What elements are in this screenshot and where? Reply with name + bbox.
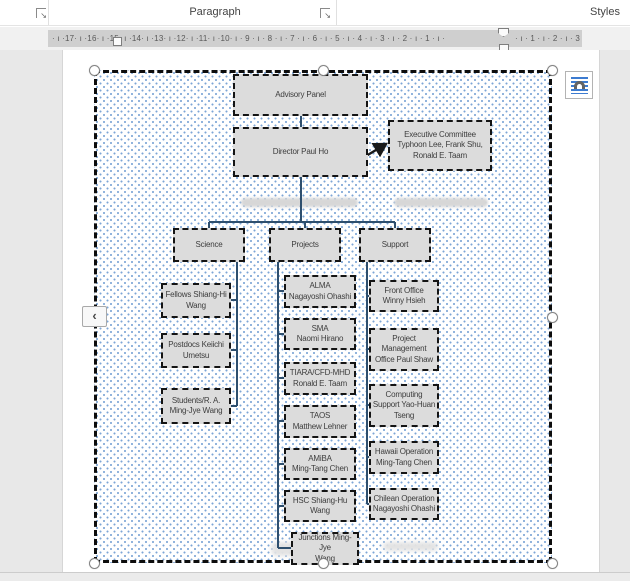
org-node-hsc[interactable]: HSC Shiang-Hu Wang: [284, 490, 356, 522]
resize-handle-middle-right[interactable]: [546, 311, 558, 323]
indent-marker-left[interactable]: [113, 37, 122, 46]
org-node-postdocs[interactable]: Postdocs Keiichi Umetsu: [161, 333, 231, 368]
ribbon-group-divider: [336, 0, 337, 25]
ruler-numbers-right: · ı · 1 · ı · 2 · ı · 3: [514, 34, 580, 43]
text-pane-toggle-button[interactable]: ‹: [82, 306, 107, 327]
org-node-front-office[interactable]: Front Office Winny Hsieh: [369, 280, 439, 312]
org-node-taos[interactable]: TAOS Matthew Lehner: [284, 405, 356, 438]
resize-handle-top-center[interactable]: [317, 64, 329, 76]
org-node-tiara-cfd-mhd[interactable]: TIARA/CFD-MHD Ronald E. Taam: [284, 362, 356, 395]
ruler-scale-band: · ı ·17· ı ·16· ı ·15· ı ·14· ı ·13· ı ·…: [48, 28, 582, 52]
wrap-arch-icon: [574, 81, 585, 89]
org-node-advisory-panel[interactable]: Advisory Panel: [233, 74, 368, 116]
org-node-projects[interactable]: Projects: [269, 228, 341, 262]
horizontal-ruler[interactable]: · ı ·17· ı ·16· ı ·15· ı ·14· ı ·13· ı ·…: [0, 27, 630, 52]
chevron-left-icon: ‹: [92, 308, 97, 323]
ribbon-group-divider: [48, 0, 49, 25]
org-node-project-management[interactable]: Project Management Office Paul Shaw: [369, 328, 439, 371]
org-node-science[interactable]: Science: [173, 228, 245, 262]
org-node-fellows[interactable]: Fellows Shiang-Hi Wang: [161, 283, 231, 318]
org-node-students[interactable]: Students/R. A. Ming-Jye Wang: [161, 388, 231, 424]
document-workspace: Advisory Panel Director Paul Ho Executiv…: [0, 50, 630, 581]
org-node-amiba[interactable]: AMiBA Ming-Tang Chen: [284, 448, 356, 480]
paragraph-group-label: Paragraph: [189, 6, 241, 18]
faded-text-smudge: [383, 542, 438, 551]
resize-handle-bottom-left[interactable]: [88, 557, 100, 569]
resize-handle-bottom-right[interactable]: [546, 557, 558, 569]
org-node-alma[interactable]: ALMA Nagayoshi Ohashi: [284, 275, 356, 308]
page-bottom-gap: [0, 572, 630, 581]
org-node-executive-committee[interactable]: Executive Committee Typhoon Lee, Frank S…: [388, 120, 492, 171]
styles-group-label: Styles: [590, 6, 620, 18]
org-node-chilean-operation[interactable]: Chilean Operation Nagayoshi Ohashi: [369, 488, 439, 520]
font-dialog-launcher-icon[interactable]: ↘: [36, 8, 47, 20]
org-node-computing-support[interactable]: Computing Support Yao-Huan Tseng: [369, 384, 439, 427]
org-node-sma[interactable]: SMA Naomi Hirano: [284, 318, 356, 350]
org-node-support[interactable]: Support: [359, 228, 431, 262]
faded-text-smudge: [394, 198, 488, 207]
layout-options-button[interactable]: [565, 71, 593, 99]
org-node-hawaii-operation[interactable]: Hawaii Operation Ming-Tang Chen: [369, 441, 439, 474]
org-node-director[interactable]: Director Paul Ho: [233, 127, 368, 177]
document-page[interactable]: Advisory Panel Director Paul Ho Executiv…: [62, 50, 600, 572]
resize-handle-top-right[interactable]: [546, 64, 558, 76]
ribbon-bottom-strip: ↘ Paragraph ↘ Styles: [0, 0, 630, 26]
paragraph-dialog-launcher-icon[interactable]: ↘: [320, 8, 331, 20]
faded-text-smudge: [241, 198, 358, 207]
resize-handle-top-left[interactable]: [88, 64, 100, 76]
resize-handle-bottom-center[interactable]: [317, 557, 329, 569]
